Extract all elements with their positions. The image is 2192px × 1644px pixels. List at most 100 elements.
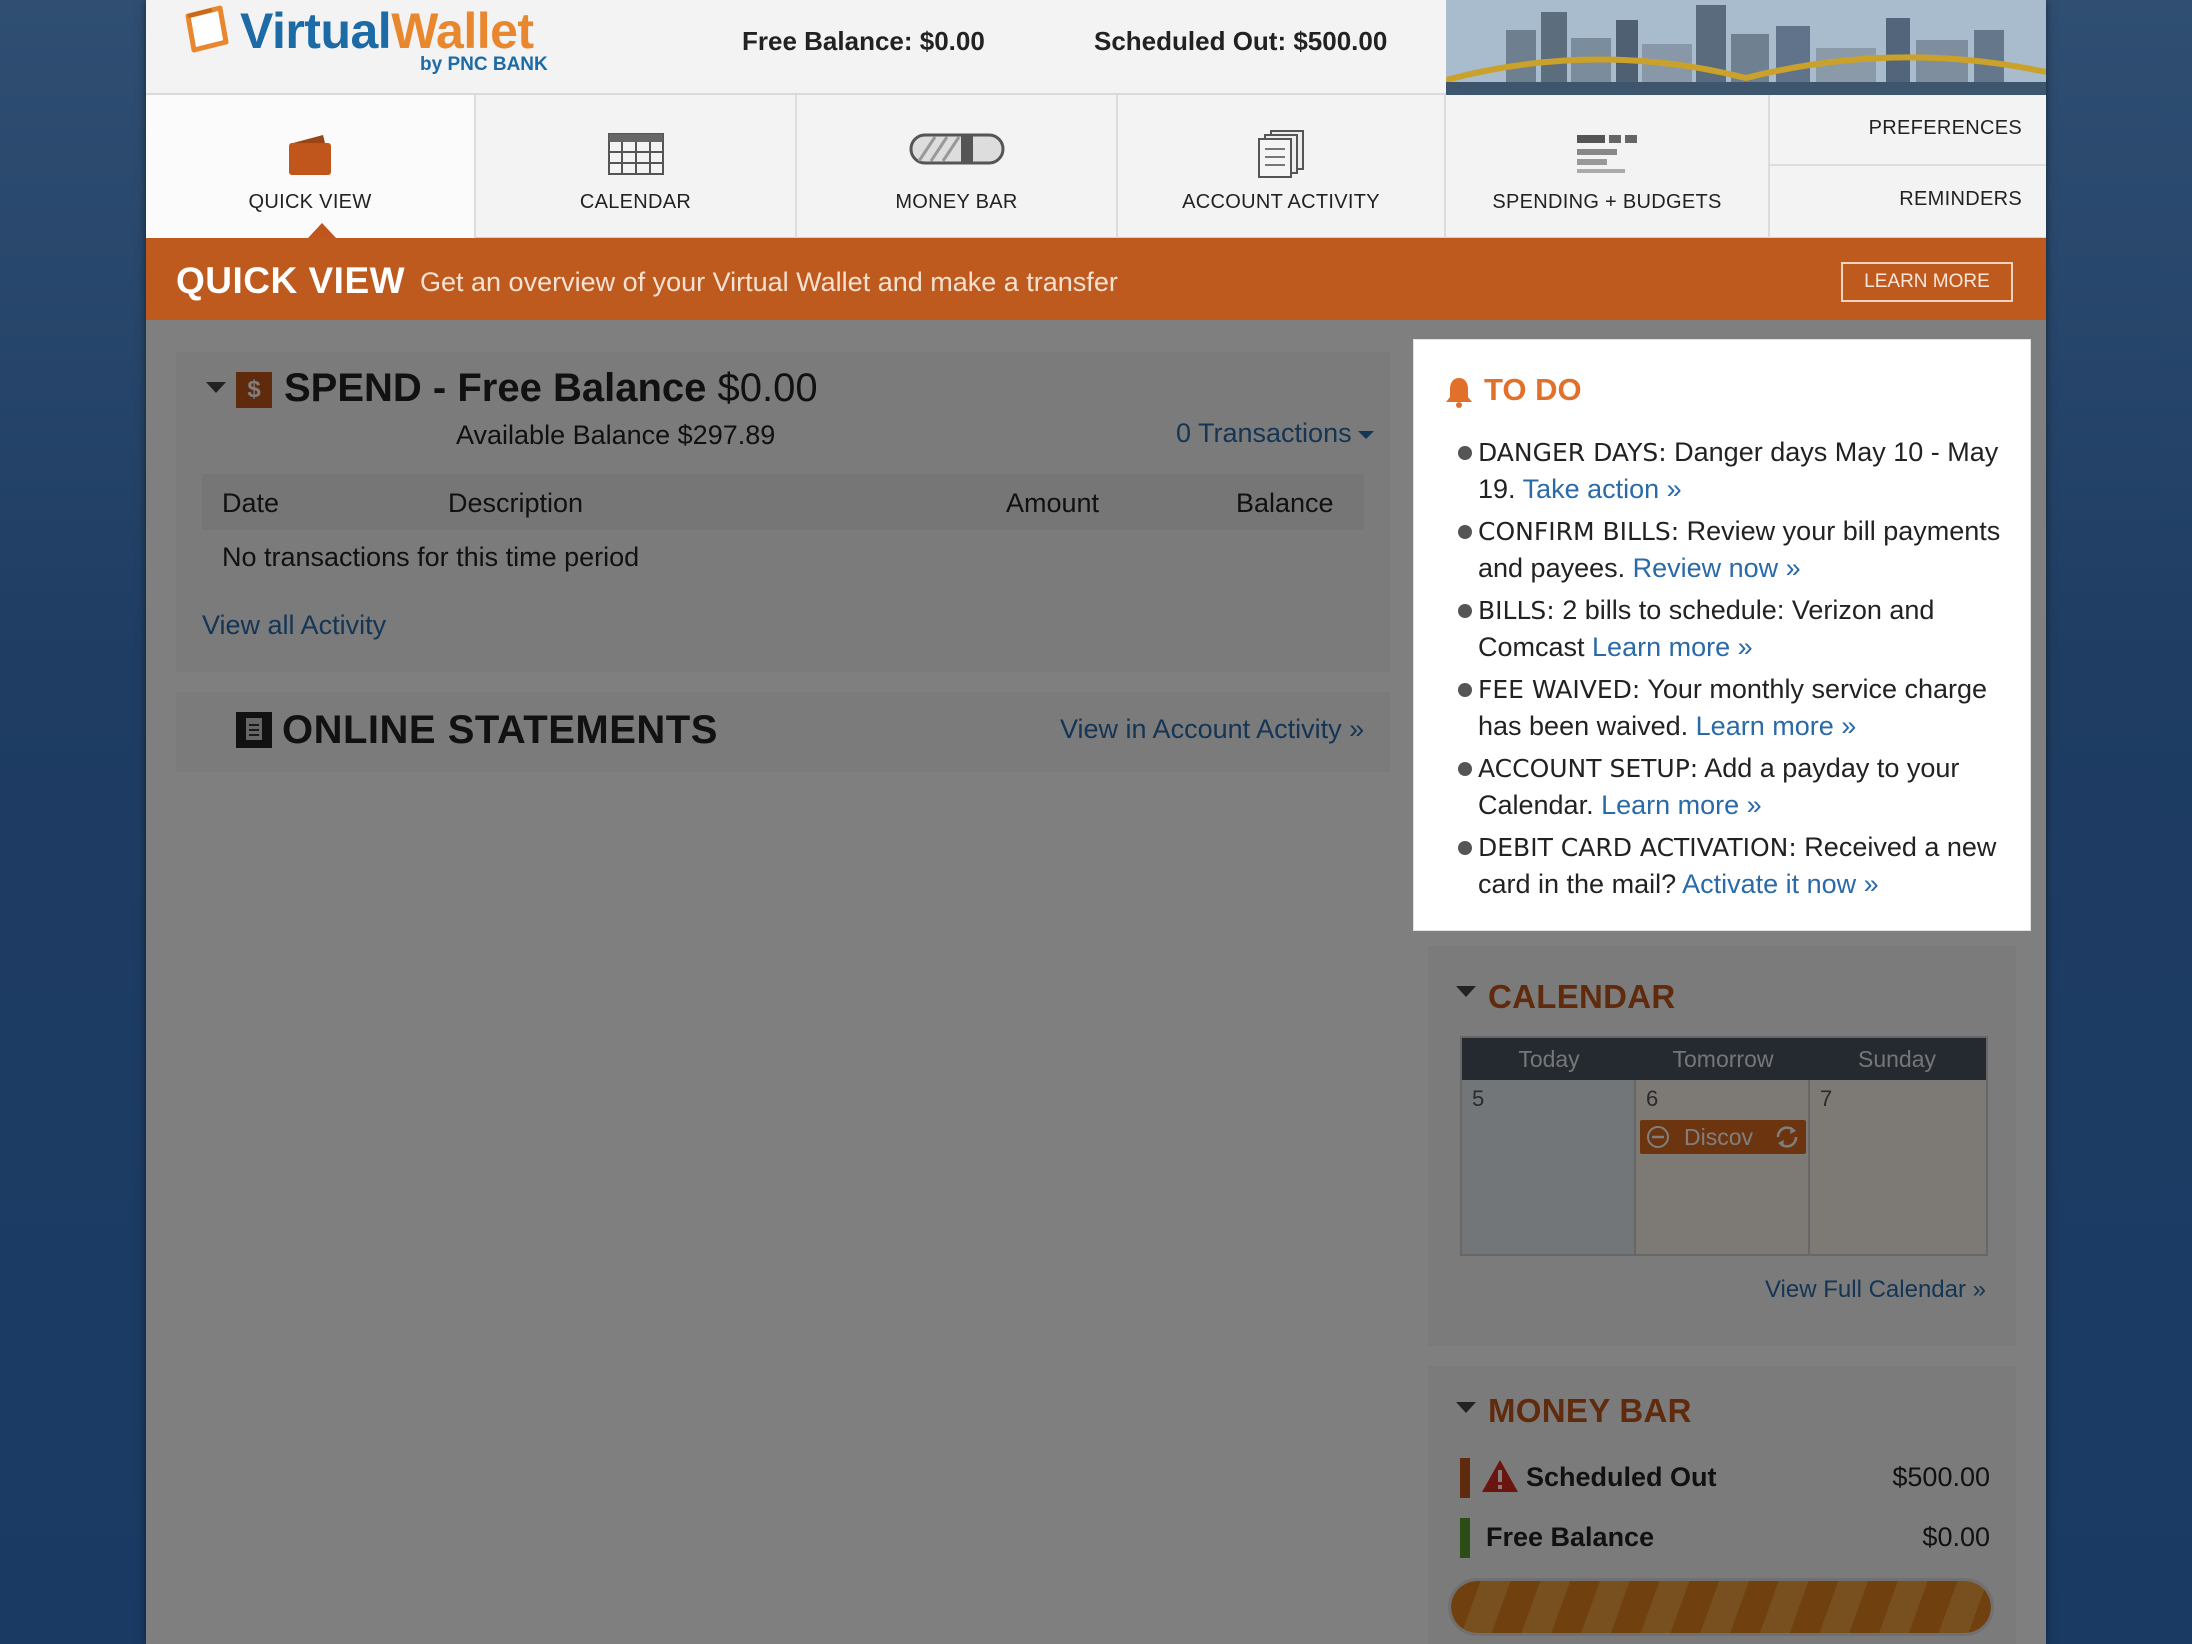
take-action-link[interactable]: Take action » [1523, 474, 1682, 504]
todo-list: DANGER DAYS: Danger days May 10 - May 19… [1456, 434, 2006, 908]
view-in-account-activity-link[interactable]: View in Account Activity » [1060, 714, 1364, 745]
tab-label: MONEY BAR [895, 191, 1018, 213]
col-description[interactable]: Description [448, 488, 583, 519]
calendar-header: Today Tomorrow Sunday [1462, 1038, 1986, 1080]
todo-title-text: TO DO [1484, 372, 1582, 407]
date-number: 5 [1472, 1086, 1485, 1111]
learn-more-link[interactable]: Learn more » [1696, 711, 1857, 741]
calendar-title: CALENDAR [1488, 978, 1676, 1015]
tab-label: SPENDING + BUDGETS [1492, 191, 1722, 213]
wallet-icon [289, 135, 331, 175]
todo-panel: TO DO DANGER DAYS: Danger days May 10 - … [1414, 340, 2030, 930]
todo-title: TO DO [1444, 372, 1582, 408]
spend-panel: $ SPEND - Free Balance $0.00 Available B… [176, 352, 1390, 672]
recurring-icon [1776, 1126, 1798, 1148]
spend-free-balance: $0.00 [717, 366, 818, 410]
day-sunday: Sunday [1857, 1046, 1936, 1072]
todo-item-danger-days: DANGER DAYS: Danger days May 10 - May 19… [1456, 434, 2006, 507]
statement-document-icon [236, 712, 272, 748]
wallet-logo-icon [185, 5, 229, 53]
col-amount[interactable]: Amount [1006, 488, 1099, 519]
todo-item-debit-card-activation: DEBIT CARD ACTIVATION: Received a new ca… [1456, 829, 2006, 902]
todo-item-fee-waived: FEE WAIVED: Your monthly service charge … [1456, 671, 2006, 744]
calendar-grid-icon [607, 133, 664, 175]
calendar-panel: CALENDAR Today Tomorrow Sunday 5 6 Disco… [1428, 946, 2016, 1346]
money-bar-fill [1451, 1581, 1991, 1633]
money-bar-panel: MONEY BAR Scheduled Out $500.00 Free Bal… [1428, 1366, 2016, 1644]
quick-view-banner: QUICK VIEW Get an overview of your Virtu… [146, 238, 2046, 320]
collapse-toggle-icon[interactable] [206, 382, 226, 393]
learn-more-link[interactable]: Learn more » [1592, 632, 1753, 662]
logo-wallet: Wallet [391, 3, 534, 59]
money-bar-track[interactable] [1448, 1578, 1994, 1636]
budget-bars-icon [1577, 135, 1637, 173]
transactions-label: 0 Transactions [1176, 418, 1352, 448]
available-balance: Available Balance $297.89 [456, 420, 776, 450]
money-bar-icon [909, 133, 1004, 165]
logo-wordmark: VirtualWallet [240, 2, 534, 60]
day-today: Today [1518, 1046, 1580, 1072]
transactions-dropdown[interactable]: 0 Transactions [1176, 418, 1374, 449]
col-date[interactable]: Date [222, 488, 279, 519]
activate-now-link[interactable]: Activate it now » [1682, 869, 1879, 899]
reminders-link[interactable]: REMINDERS [1770, 166, 2046, 238]
money-bar-label: Scheduled Out [1526, 1462, 1717, 1492]
empty-transactions-message: No transactions for this time period [222, 542, 640, 572]
day-tomorrow: Tomorrow [1672, 1046, 1774, 1072]
view-full-calendar-link[interactable]: View Full Calendar » [1765, 1276, 1986, 1304]
minus-circle-icon [1647, 1126, 1669, 1148]
virtual-wallet-page: VirtualWallet by PNC BANK Free Balance: … [146, 0, 2046, 1644]
tab-label: ACCOUNT ACTIVITY [1182, 191, 1380, 213]
focus-overlay [2030, 340, 2046, 1644]
todo-tag: DANGER DAYS: [1478, 438, 1667, 467]
calendar-grid: Today Tomorrow Sunday 5 6 Discov 7 [1460, 1036, 1988, 1256]
tab-money-bar[interactable]: MONEY BAR [797, 95, 1118, 238]
view-all-activity-link[interactable]: View all Activity [202, 610, 386, 641]
tab-spending-budgets[interactable]: SPENDING + BUDGETS [1446, 95, 1770, 238]
todo-tag: FEE WAIVED: [1478, 675, 1641, 704]
tab-account-activity[interactable]: ACCOUNT ACTIVITY [1118, 95, 1446, 238]
city-skyline-image [1446, 0, 2046, 95]
date-number: 7 [1820, 1086, 1833, 1111]
dollar-icon: $ [236, 372, 272, 408]
collapse-toggle-icon[interactable] [1456, 986, 1476, 997]
tab-quick-view[interactable]: QUICK VIEW [146, 95, 476, 238]
collapse-toggle-icon[interactable] [1456, 1402, 1476, 1413]
transactions-table-header: Date Description Amount Balance [202, 474, 1364, 530]
tab-label: CALENDAR [579, 191, 692, 213]
main-nav: QUICK VIEW CALENDAR MONEY BAR ACCOUNT AC… [146, 95, 2046, 238]
calendar-event[interactable]: Discov [1640, 1120, 1806, 1154]
money-bar-title: MONEY BAR [1488, 1392, 1692, 1429]
calendar-cell-sunday[interactable]: 7 [1810, 1080, 1986, 1254]
todo-tag: DEBIT CARD ACTIVATION: [1478, 833, 1797, 862]
tab-calendar[interactable]: CALENDAR [476, 95, 797, 238]
calendar-cell-today[interactable]: 5 [1462, 1080, 1636, 1254]
todo-tag: ACCOUNT SETUP: [1478, 754, 1699, 783]
todo-tag: CONFIRM BILLS: [1478, 517, 1680, 546]
calendar-cell-tomorrow[interactable]: 6 Discov [1636, 1080, 1810, 1254]
review-now-link[interactable]: Review now » [1633, 553, 1801, 583]
tab-label: QUICK VIEW [248, 191, 372, 213]
col-balance[interactable]: Balance [1236, 488, 1334, 519]
todo-tag: BILLS: [1478, 596, 1555, 625]
documents-icon [1258, 130, 1304, 178]
todo-item-account-setup: ACCOUNT SETUP: Add a payday to your Cale… [1456, 750, 2006, 823]
preferences-link[interactable]: PREFERENCES [1770, 95, 2046, 166]
money-bar-label: Free Balance [1486, 1522, 1655, 1552]
statements-title: ONLINE STATEMENTS [282, 708, 718, 752]
date-number: 6 [1646, 1086, 1659, 1111]
learn-more-link[interactable]: Learn more » [1601, 790, 1762, 820]
main-content: $ SPEND - Free Balance $0.00 Available B… [146, 320, 2046, 1644]
header-scheduled-out: Scheduled Out: $500.00 [1094, 26, 1388, 56]
warning-icon [1482, 1460, 1518, 1492]
active-tab-pointer [308, 223, 336, 238]
virtual-wallet-logo[interactable]: VirtualWallet by PNC BANK [182, 2, 562, 82]
learn-more-button[interactable]: LEARN MORE [1841, 262, 2013, 302]
spend-title: SPEND - Free Balance $0.00 [284, 366, 818, 411]
money-bar-value: $0.00 [1922, 1522, 1990, 1552]
banner-title: QUICK VIEW [176, 260, 406, 301]
todo-item-bills: BILLS: 2 bills to schedule: Verizon and … [1456, 592, 2006, 665]
money-bar-row-free-balance: Free Balance $0.00 [1460, 1516, 1990, 1560]
bell-icon [1446, 377, 1472, 408]
logo-virtual: Virtual [240, 3, 392, 59]
